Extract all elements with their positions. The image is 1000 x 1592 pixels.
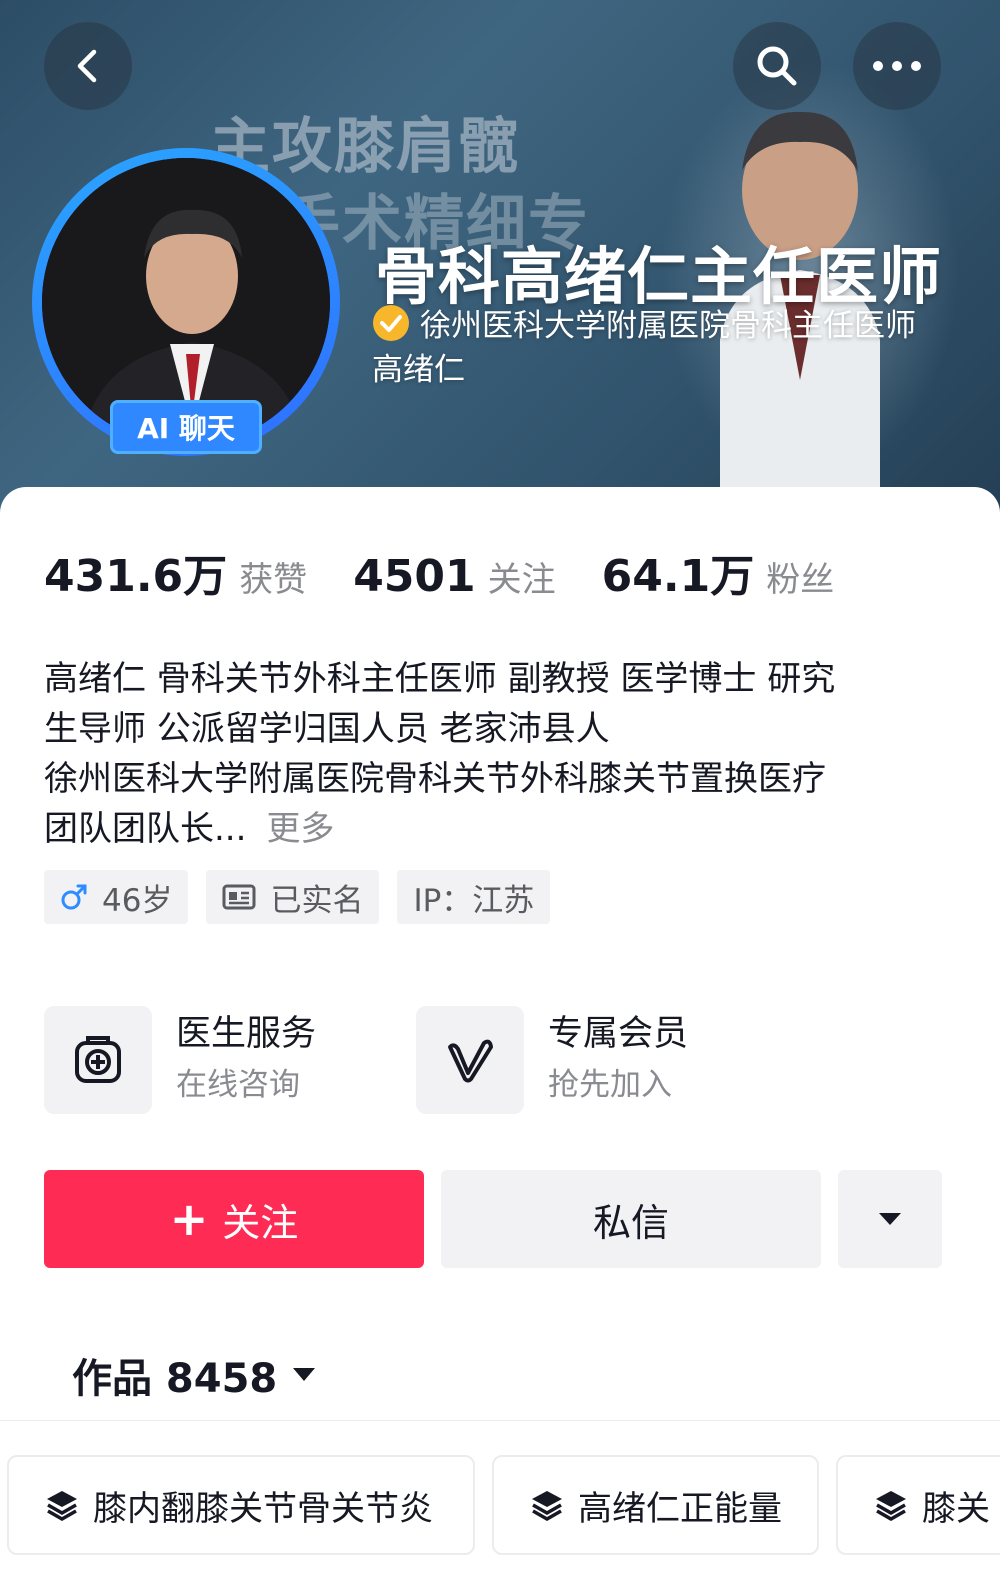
following-count[interactable]: 4501 <box>353 551 475 602</box>
caret-down-icon <box>293 1368 316 1381</box>
bio-line: 生导师 公派留学归国人员 老家沛县人 <box>44 709 610 749</box>
message-button[interactable]: 私信 <box>441 1170 821 1268</box>
works-tab[interactable]: 作品 8458 <box>72 1346 317 1404</box>
more-dots-icon <box>873 61 921 71</box>
followers-label[interactable]: 粉丝 <box>766 552 834 601</box>
collection-item[interactable]: 膝关 <box>836 1455 1000 1555</box>
doctor-service-icon-box <box>44 1006 152 1114</box>
collection-title: 膝内翻膝关节骨关节炎 <box>93 1488 433 1529</box>
collection-title: 膝关 <box>922 1488 990 1529</box>
collection-item[interactable]: 膝内翻膝关节骨关节炎 <box>7 1455 475 1555</box>
ai-chat-badge[interactable]: AI 聊天 <box>110 400 262 454</box>
stats-row: 431.6万 获赞 4501 关注 64.1万 粉丝 <box>44 540 880 602</box>
medical-kit-icon <box>75 1036 121 1083</box>
verified-text: 已实名 <box>270 882 364 919</box>
membership-entry[interactable]: 专属会员 抢先加入 <box>416 1006 688 1114</box>
works-label: 作品 8458 <box>72 1356 278 1402</box>
followers-count[interactable]: 64.1万 <box>602 540 755 604</box>
more-actions-button[interactable] <box>838 1170 942 1268</box>
verified-check-icon <box>373 305 409 341</box>
plus-icon: + <box>169 1192 209 1246</box>
collection-item[interactable]: 高绪仁正能量 <box>492 1455 819 1555</box>
age-text: 46岁 <box>102 882 173 919</box>
back-button[interactable] <box>44 22 132 110</box>
following-label[interactable]: 关注 <box>488 552 556 601</box>
doctor-service-subtitle: 在线咨询 <box>176 1067 300 1103</box>
verification-text: 徐州医科大学附属医院骨科主任医师 高绪仁 <box>372 308 916 388</box>
divider <box>0 1420 1000 1421</box>
more-options-button[interactable] <box>853 22 941 110</box>
bio: 高绪仁 骨科关节外科主任医师 副教授 医学博士 研究 生导师 公派留学归国人员 … <box>44 654 944 854</box>
v-member-icon <box>448 1039 493 1083</box>
layers-icon <box>874 1489 908 1521</box>
verified-tag: 已实名 <box>206 870 380 924</box>
follow-label: 关注 <box>222 1200 299 1245</box>
id-card-icon <box>222 883 256 911</box>
likes-label: 获赞 <box>239 560 308 600</box>
bio-line: 徐州医科大学附属医院骨科关节外科膝关节置换医疗 <box>44 759 826 799</box>
bio-line: 高绪仁 骨科关节外科主任医师 副教授 医学博士 研究 <box>44 659 836 699</box>
doctor-service-title: 医生服务 <box>176 1014 317 1054</box>
profile-name: 骨科高绪仁主任医师 <box>375 240 943 313</box>
search-button[interactable] <box>733 22 821 110</box>
profile-tags: 46岁 已实名 IP：江苏 <box>44 870 551 924</box>
likes-count: 431.6万 <box>44 551 228 602</box>
ip-text: IP：江苏 <box>413 882 535 919</box>
bio-line-last: 团队团队长... 更多 <box>44 804 944 854</box>
layers-icon <box>530 1489 564 1521</box>
chevron-left-icon <box>77 49 97 83</box>
follow-button[interactable]: + 关注 <box>44 1170 424 1268</box>
search-icon <box>757 46 797 86</box>
doctor-service-entry[interactable]: 医生服务 在线咨询 <box>44 1006 316 1114</box>
layers-icon <box>45 1489 79 1521</box>
bio-more-link[interactable]: 更多 <box>266 809 334 849</box>
verification-info: 徐州医科大学附属医院骨科主任医师 高绪仁 <box>372 304 932 392</box>
age-tag: 46岁 <box>44 870 189 924</box>
profile-banner: 主攻膝肩髋 手术精细专 AI 聊天 骨科高绪仁主任医师 徐州医科大学附属医院骨科… <box>0 0 1000 520</box>
membership-subtitle: 抢先加入 <box>548 1067 672 1103</box>
bio-line-text: 团队团队长... <box>44 809 247 849</box>
ip-tag: IP：江苏 <box>397 870 551 924</box>
membership-icon-box <box>416 1006 524 1114</box>
caret-down-icon <box>879 1213 901 1225</box>
male-icon <box>60 883 88 911</box>
membership-title: 专属会员 <box>548 1014 689 1054</box>
collection-title: 高绪仁正能量 <box>578 1488 782 1529</box>
